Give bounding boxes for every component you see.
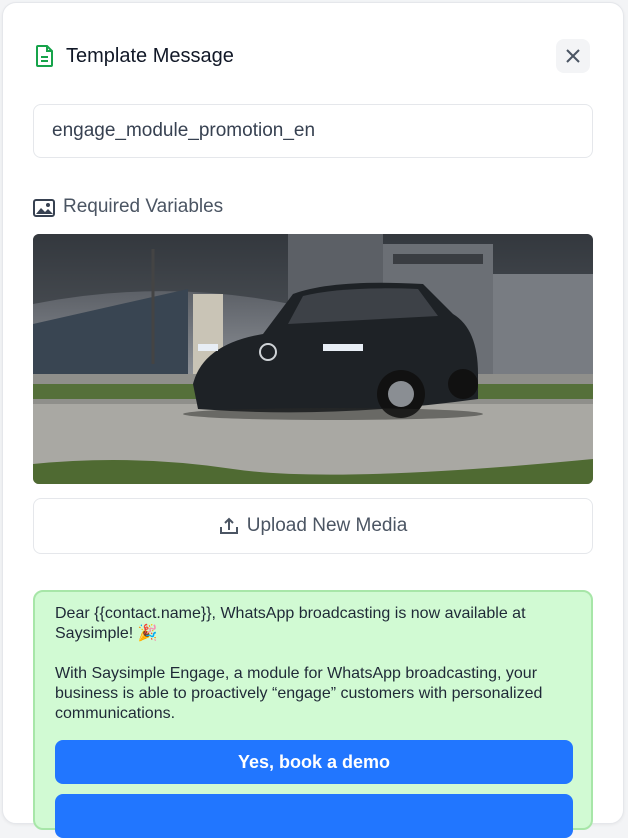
book-demo-button[interactable]: Yes, book a demo [55, 740, 573, 784]
document-icon [36, 45, 53, 67]
header: Template Message [36, 39, 590, 73]
media-preview [33, 234, 593, 484]
close-button[interactable] [556, 39, 590, 73]
template-name-field[interactable]: engage_module_promotion_en [33, 104, 593, 158]
message-preview-bubble: Dear {{contact.name}}, WhatsApp broadcas… [33, 590, 593, 838]
second-action-button[interactable] [55, 794, 573, 838]
message-body: Dear {{contact.name}}, WhatsApp broadcas… [55, 605, 543, 722]
image-icon [33, 199, 55, 217]
modal-title: Template Message [66, 45, 234, 67]
required-variables-text: Required Variables [63, 196, 224, 217]
upload-icon [219, 517, 238, 534]
upload-label: Upload New Media [246, 515, 408, 536]
close-icon [566, 49, 580, 63]
upload-new-media-button[interactable]: Upload New Media [33, 498, 593, 554]
car-photo [33, 234, 593, 484]
